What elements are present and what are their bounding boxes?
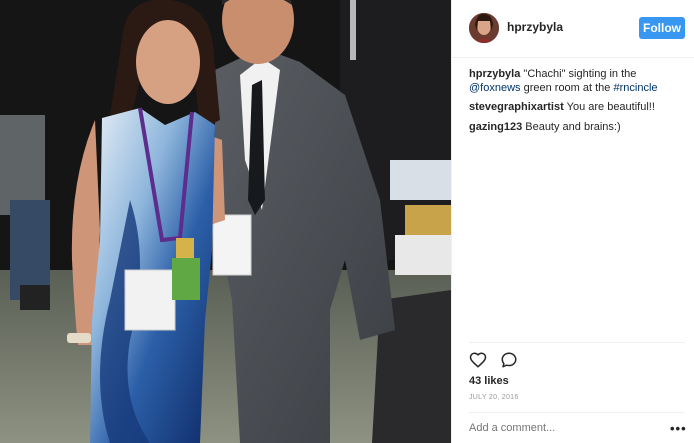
hashtag-link[interactable]: #rncincle: [613, 82, 657, 94]
comment-item: stevegraphixartist You are beautiful!!: [469, 101, 689, 115]
comment-username[interactable]: stevegraphixartist: [469, 101, 564, 113]
post-side-panel: hprzybyla Follow hprzybyla "Chachi" sigh…: [451, 0, 694, 443]
divider: [469, 342, 685, 343]
comments-list: hprzybyla "Chachi" sighting in the @foxn…: [469, 68, 689, 140]
comment-username[interactable]: gazing123: [469, 121, 522, 133]
comment-item: gazing123 Beauty and brains:): [469, 121, 689, 135]
mention-link[interactable]: @foxnews: [469, 82, 521, 94]
caption: hprzybyla "Chachi" sighting in the @foxn…: [469, 68, 689, 95]
avatar-image: [469, 13, 499, 43]
post-photo[interactable]: [0, 0, 451, 443]
likes-count[interactable]: 43 likes: [469, 375, 509, 387]
heart-icon[interactable]: [469, 351, 487, 369]
caption-text: "Chachi" sighting in the: [520, 68, 637, 80]
avatar[interactable]: [469, 13, 499, 43]
follow-button[interactable]: Follow: [639, 17, 685, 39]
more-options-icon[interactable]: •••: [670, 421, 687, 436]
add-comment-input[interactable]: [469, 422, 629, 434]
caption-username[interactable]: hprzybyla: [469, 68, 520, 80]
comment-text: You are beautiful!!: [563, 101, 655, 113]
caption-text: green room at the: [520, 81, 614, 94]
speech-bubble-icon[interactable]: [500, 351, 518, 369]
post-username[interactable]: hprzybyla: [507, 20, 563, 34]
post-header: hprzybyla Follow: [452, 0, 694, 58]
post-date[interactable]: JULY 20, 2016: [469, 394, 519, 401]
divider: [469, 412, 685, 413]
comment-text: Beauty and brains:): [522, 120, 621, 133]
photo-image: [0, 0, 451, 443]
